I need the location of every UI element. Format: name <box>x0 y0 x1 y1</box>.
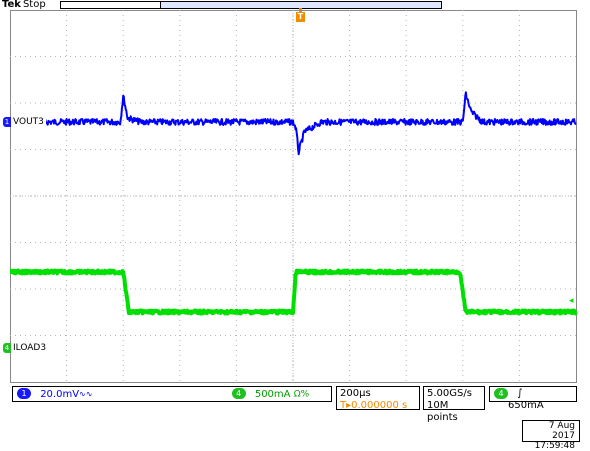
ch4-trace-name: ILOAD3 <box>11 343 49 353</box>
ch4-status-badge: 4 <box>231 388 246 399</box>
ch1-trace-tag[interactable]: 1 VOUT3 <box>3 117 46 128</box>
ch1-scale: 20.0mV <box>40 388 80 400</box>
trigger-source-badge: 4 <box>494 388 508 399</box>
horizontal-position: T▸0.000000 s <box>340 400 416 412</box>
trace-vout3 <box>10 91 577 156</box>
brand-label: Tek <box>2 0 21 10</box>
timebase-status[interactable]: 200μs T▸0.000000 s <box>336 386 420 412</box>
ch4-extra: Ω% <box>293 389 310 400</box>
capture-date: 7 Aug 2017 <box>548 421 575 441</box>
horizontal-position-value: 0.000000 s <box>351 400 408 411</box>
trigger-level: 650mA <box>508 400 544 411</box>
ch4-scale: 500mA <box>254 388 291 400</box>
capture-time: 17:59:48 <box>534 441 575 451</box>
trigger-offset-icon: T▸ <box>340 400 352 411</box>
horizontal-scale: 200μs <box>340 388 371 399</box>
waveform-display[interactable]: ◂ <box>10 10 580 386</box>
timestamp-box: 7 Aug 2017 17:59:48 <box>522 420 580 451</box>
ch4-number-badge: 4 <box>3 343 11 353</box>
trigger-slope-icon: ∫ <box>517 388 523 399</box>
instrument-header: Tek Stop <box>2 0 46 10</box>
ch1-bandwidth-icon: ∿∿ <box>79 389 93 399</box>
ch1-status-badge: 1 <box>17 388 31 399</box>
run-state-label: Stop <box>22 0 46 10</box>
ch4-trace-tag[interactable]: 4 ILOAD3 <box>3 343 49 354</box>
ch1-trace-name: VOUT3 <box>11 117 46 127</box>
graticule <box>10 10 577 383</box>
trace-iload3 <box>10 268 578 316</box>
acquisition-status[interactable]: 5.00GS/s 10M points <box>423 386 485 423</box>
trigger-level-arrow-icon: ◂ <box>569 296 574 306</box>
ch1-number-badge: 1 <box>3 117 11 127</box>
record-length: 10M points <box>427 400 458 423</box>
trigger-status[interactable]: 4 ∫ 650mA <box>489 386 577 411</box>
channel-status-bar[interactable]: 1 20.0mV∿∿ 4 500mA Ω% <box>12 386 332 402</box>
sample-rate: 5.00GS/s <box>427 388 472 399</box>
